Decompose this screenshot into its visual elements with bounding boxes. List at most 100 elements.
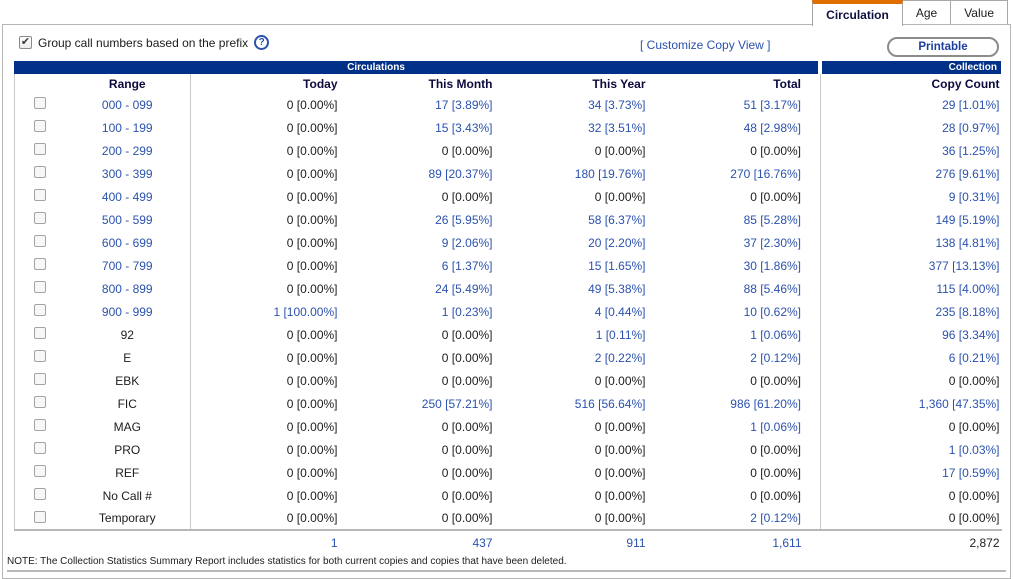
today-value[interactable]: 1 [100.00%] xyxy=(273,305,337,319)
row-checkbox[interactable] xyxy=(34,189,46,201)
total-value[interactable]: 2 [0.12%] xyxy=(750,351,801,365)
totals-today[interactable]: 1 xyxy=(331,536,338,550)
copy-count-value[interactable]: 149 [5.19%] xyxy=(935,213,999,227)
range-link[interactable]: 800 - 899 xyxy=(102,282,153,296)
total-value[interactable]: 1 [0.06%] xyxy=(750,328,801,342)
copy-count-value[interactable]: 96 [3.34%] xyxy=(942,328,999,342)
this-month-value[interactable]: 9 [2.06%] xyxy=(442,236,493,250)
this-year-value[interactable]: 180 [19.76%] xyxy=(575,167,646,181)
row-checkbox[interactable] xyxy=(34,488,46,500)
totals-this-year[interactable]: 911 xyxy=(626,536,645,550)
this-month-value[interactable]: 15 [3.43%] xyxy=(435,121,492,135)
totals-this-month[interactable]: 437 xyxy=(472,536,492,550)
total-value[interactable]: 85 [5.28%] xyxy=(744,213,801,227)
range-link[interactable]: 000 - 099 xyxy=(102,98,153,112)
copy-count-value[interactable]: 1 [0.03%] xyxy=(949,443,1000,457)
row-checkbox[interactable] xyxy=(34,235,46,247)
range-link[interactable]: 600 - 699 xyxy=(102,236,153,250)
copy-count-value[interactable]: 36 [1.25%] xyxy=(942,144,999,158)
range-link[interactable]: 100 - 199 xyxy=(102,121,153,135)
row-checkbox[interactable] xyxy=(34,304,46,316)
group-prefix-checkbox[interactable]: ✔ xyxy=(19,36,32,49)
range-link[interactable]: 400 - 499 xyxy=(102,190,153,204)
total-value[interactable]: 270 [16.76%] xyxy=(730,167,801,181)
table-row: 500 - 5990 [0.00%]26 [5.95%]58 [6.37%]85… xyxy=(15,208,1002,231)
this-month-value: 0 [0.00%] xyxy=(442,190,493,204)
total-value[interactable]: 51 [3.17%] xyxy=(744,98,801,112)
total-value[interactable]: 30 [1.86%] xyxy=(744,259,801,273)
this-year-value[interactable]: 20 [2.20%] xyxy=(588,236,645,250)
this-year-value[interactable]: 516 [56.64%] xyxy=(575,397,646,411)
tab-value[interactable]: Value xyxy=(950,0,1008,24)
copy-count-value[interactable]: 28 [0.97%] xyxy=(942,121,999,135)
table-row: E0 [0.00%]0 [0.00%]2 [0.22%]2 [0.12%]6 [… xyxy=(15,346,1002,369)
this-month-value: 0 [0.00%] xyxy=(442,443,493,457)
copy-count-value[interactable]: 6 [0.21%] xyxy=(949,351,1000,365)
copy-count-value[interactable]: 276 [9.61%] xyxy=(935,167,999,181)
total-value[interactable]: 2 [0.12%] xyxy=(750,511,801,525)
tab-circulation[interactable]: Circulation xyxy=(812,0,903,26)
range-link[interactable]: 200 - 299 xyxy=(102,144,153,158)
range-label: No Call # xyxy=(103,489,152,503)
this-year-value: 0 [0.00%] xyxy=(595,466,646,480)
row-checkbox[interactable] xyxy=(34,373,46,385)
this-year-value[interactable]: 4 [0.44%] xyxy=(595,305,646,319)
total-value[interactable]: 37 [2.30%] xyxy=(744,236,801,250)
row-checkbox[interactable] xyxy=(34,511,46,523)
range-link[interactable]: 700 - 799 xyxy=(102,259,153,273)
total-value[interactable]: 10 [0.62%] xyxy=(744,305,801,319)
row-checkbox[interactable] xyxy=(34,166,46,178)
copy-count-value[interactable]: 115 [4.00%] xyxy=(936,282,999,296)
row-checkbox[interactable] xyxy=(34,396,46,408)
row-checkbox[interactable] xyxy=(34,419,46,431)
row-checkbox[interactable] xyxy=(34,97,46,109)
copy-count-value[interactable]: 138 [4.81%] xyxy=(935,236,999,250)
this-month-value[interactable]: 89 [20.37%] xyxy=(428,167,492,181)
this-year-value[interactable]: 49 [5.38%] xyxy=(588,282,645,296)
customize-copy-view-link[interactable]: [ Customize Copy View ] xyxy=(640,38,771,52)
row-checkbox[interactable] xyxy=(34,465,46,477)
copy-count-value: 0 [0.00%] xyxy=(949,489,1000,503)
copy-count-value[interactable]: 9 [0.31%] xyxy=(949,190,1000,204)
total-value[interactable]: 48 [2.98%] xyxy=(744,121,801,135)
this-year-value[interactable]: 15 [1.65%] xyxy=(588,259,645,273)
this-month-value[interactable]: 26 [5.95%] xyxy=(435,213,492,227)
range-link[interactable]: 300 - 399 xyxy=(102,167,153,181)
row-checkbox[interactable] xyxy=(34,143,46,155)
range-link[interactable]: 500 - 599 xyxy=(102,213,153,227)
copy-count-value[interactable]: 1,360 [47.35%] xyxy=(919,397,1000,411)
row-checkbox[interactable] xyxy=(34,258,46,270)
this-month-value[interactable]: 250 [57.21%] xyxy=(422,397,493,411)
this-year-value[interactable]: 2 [0.22%] xyxy=(595,351,646,365)
row-checkbox[interactable] xyxy=(34,327,46,339)
tab-age[interactable]: Age xyxy=(902,0,951,24)
this-month-value: 0 [0.00%] xyxy=(442,511,493,525)
copy-count-value[interactable]: 29 [1.01%] xyxy=(942,98,999,112)
printable-button[interactable]: Printable xyxy=(887,37,999,57)
table-group-header: Circulations Collection xyxy=(14,61,1001,74)
row-checkbox[interactable] xyxy=(34,281,46,293)
copy-count-value[interactable]: 17 [0.59%] xyxy=(942,466,999,480)
this-month-value[interactable]: 17 [3.89%] xyxy=(435,98,492,112)
range-link[interactable]: 900 - 999 xyxy=(102,305,153,319)
this-year-value[interactable]: 58 [6.37%] xyxy=(588,213,645,227)
row-checkbox[interactable] xyxy=(34,442,46,454)
copy-count-value[interactable]: 377 [13.13%] xyxy=(929,259,1000,273)
this-month-value[interactable]: 1 [0.23%] xyxy=(442,305,493,319)
row-checkbox[interactable] xyxy=(34,120,46,132)
help-icon[interactable]: ? xyxy=(254,35,269,50)
range-label: REF xyxy=(115,466,139,480)
this-year-value[interactable]: 32 [3.51%] xyxy=(588,121,645,135)
row-checkbox[interactable] xyxy=(34,350,46,362)
total-value: 0 [0.00%] xyxy=(750,466,801,480)
row-checkbox[interactable] xyxy=(34,212,46,224)
this-month-value[interactable]: 6 [1.37%] xyxy=(442,259,493,273)
total-value[interactable]: 1 [0.06%] xyxy=(750,420,801,434)
this-month-value[interactable]: 24 [5.49%] xyxy=(435,282,492,296)
total-value[interactable]: 88 [5.46%] xyxy=(744,282,801,296)
this-year-value[interactable]: 1 [0.11%] xyxy=(596,328,646,342)
totals-total[interactable]: 1,611 xyxy=(772,536,801,550)
copy-count-value[interactable]: 235 [8.18%] xyxy=(935,305,999,319)
total-value[interactable]: 986 [61.20%] xyxy=(730,397,801,411)
this-year-value[interactable]: 34 [3.73%] xyxy=(588,98,645,112)
